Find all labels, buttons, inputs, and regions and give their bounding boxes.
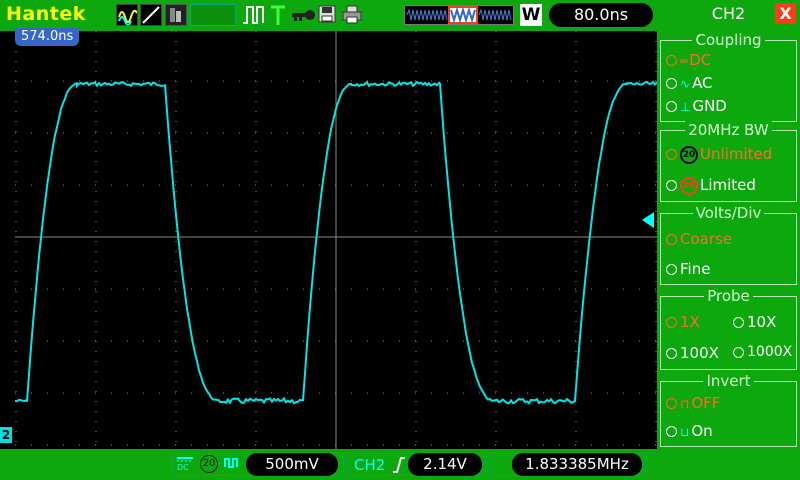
coupling-option-gnd[interactable]: ⊥ GND xyxy=(666,97,727,115)
volts-option-coarse[interactable]: Coarse xyxy=(666,230,732,248)
ac-icon: ∿ xyxy=(680,76,691,91)
trigger-icon[interactable] xyxy=(270,4,286,26)
trigger-position-badge[interactable]: 574.0ns xyxy=(15,28,80,46)
line-icon[interactable] xyxy=(140,4,162,26)
probe-option-100x[interactable]: 100X xyxy=(666,344,719,362)
radio-icon xyxy=(666,317,677,328)
coupling-title: Coupling xyxy=(692,31,765,49)
bw-option-unlimited[interactable]: 20 Unlimited xyxy=(666,145,772,164)
w-button[interactable]: W xyxy=(520,4,542,26)
invert-title: Invert xyxy=(703,372,754,390)
bw-group: 20MHz BW 20 Unlimited 20 Limited xyxy=(660,121,797,202)
bottom-status-bar: DC 20 500mV CH2 2.14V 1.833385MHz xyxy=(0,449,800,480)
dc-icon: ═ xyxy=(680,53,688,68)
coupling-glyph-text: DC xyxy=(177,463,189,471)
volts-div-readout[interactable]: 500mV xyxy=(246,453,338,476)
trigger-channel-label: CH2 xyxy=(354,456,386,474)
persistence-icon[interactable] xyxy=(165,4,187,26)
memory-icon xyxy=(404,5,514,25)
display-slot-icon xyxy=(190,4,236,26)
radio-icon xyxy=(666,426,677,437)
probe-option-10x[interactable]: 10X xyxy=(733,313,776,331)
wave-icon[interactable] xyxy=(116,4,138,26)
channel-2-marker[interactable]: 2 xyxy=(0,427,12,443)
probe-option-1000x[interactable]: 1000X xyxy=(733,344,792,360)
volts-option-fine[interactable]: Fine xyxy=(666,260,710,278)
rising-edge-icon xyxy=(392,457,406,473)
bw-20-limited-icon: 20 xyxy=(680,176,698,195)
radio-icon xyxy=(666,101,677,112)
coupling-option-dc[interactable]: ═ DC xyxy=(666,51,711,69)
invert-option-off[interactable]: ⊓ OFF xyxy=(666,394,720,412)
frequency-readout: 1.833385MHz xyxy=(512,453,642,476)
volts-div-group: Volts/Div Coarse Fine xyxy=(660,204,797,285)
brand-logo: Hantek xyxy=(6,3,86,25)
waveform-grid xyxy=(14,31,658,449)
invert-off-icon: ⊓ xyxy=(680,396,690,411)
radio-icon xyxy=(666,55,677,66)
invert-option-on[interactable]: ⊔ On xyxy=(666,422,713,440)
radio-icon xyxy=(733,317,744,328)
save-icon[interactable] xyxy=(318,4,336,26)
radio-icon xyxy=(666,78,677,89)
volts-div-title: Volts/Div xyxy=(692,204,765,222)
invert-group: Invert ⊓ OFF ⊔ On xyxy=(660,372,797,447)
scope-display xyxy=(14,31,658,449)
probe-title: Probe xyxy=(704,287,753,305)
coupling-option-ac[interactable]: ∿ AC xyxy=(666,74,713,92)
channel-menu: CH2 X Coupling ═ DC ∿ AC ⊥ GND 20MHz BW 20 U… xyxy=(657,0,800,449)
probe-option-1x[interactable]: 1X xyxy=(666,313,700,331)
trigger-level-pointer[interactable] xyxy=(642,212,654,228)
bw-title: 20MHz BW xyxy=(685,121,772,139)
key-icon[interactable] xyxy=(290,4,316,26)
radio-icon xyxy=(666,348,677,359)
radio-icon xyxy=(666,234,677,245)
trigger-level-readout[interactable]: 2.14V xyxy=(408,453,482,476)
grid xyxy=(15,31,657,449)
bw-20-icon: 20 xyxy=(680,145,698,164)
radio-icon xyxy=(666,398,677,409)
bw-option-limited[interactable]: 20 Limited xyxy=(666,176,756,195)
top-toolbar: Hantek W 80.0ns xyxy=(0,0,657,31)
print-icon[interactable] xyxy=(342,4,362,26)
bw-limit-icon: 20 xyxy=(200,455,218,473)
radio-icon xyxy=(666,180,677,191)
radio-icon xyxy=(666,264,677,275)
timebase-readout[interactable]: 80.0ns xyxy=(549,3,653,27)
gnd-icon: ⊥ xyxy=(680,99,691,114)
invert-icon xyxy=(224,455,240,471)
dc-coupling-icon: DC xyxy=(176,455,194,472)
pulse-icon[interactable] xyxy=(242,4,266,26)
probe-group: Probe 1X 10X 100X 1000X xyxy=(660,287,797,370)
left-channel-strip xyxy=(0,31,15,449)
coupling-group: Coupling ═ DC ∿ AC ⊥ GND xyxy=(660,31,797,122)
radio-icon xyxy=(666,149,677,160)
close-button[interactable]: X xyxy=(775,3,796,24)
radio-icon xyxy=(733,346,744,358)
invert-on-icon: ⊔ xyxy=(680,424,690,439)
